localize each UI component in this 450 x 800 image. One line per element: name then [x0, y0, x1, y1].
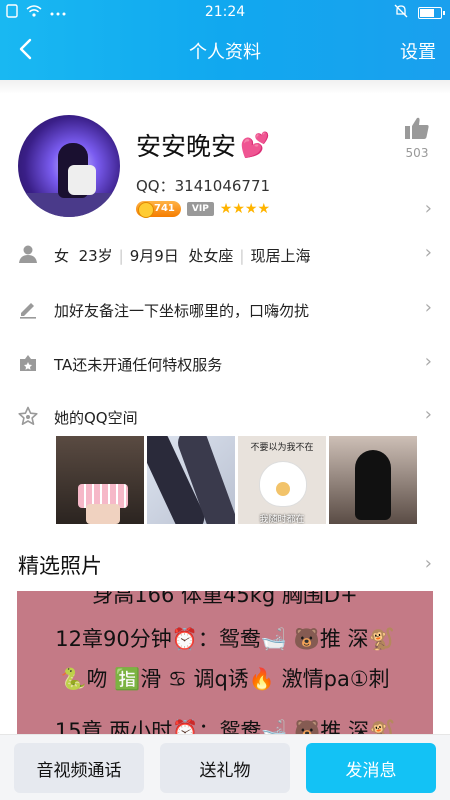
mute-bell-icon	[394, 4, 408, 22]
like-count: 503	[405, 146, 429, 160]
send-gift-button[interactable]: 送礼物	[160, 743, 290, 793]
photo-text-line: 12章90分钟⏰：鸳鸯🛁 🐻推 深🐒	[55, 627, 395, 651]
qzone-thumbnails[interactable]: 不要以为我不在 我随时都在	[56, 436, 417, 524]
age: 23岁	[78, 247, 113, 265]
vip-badge: VIP	[186, 202, 214, 216]
basic-info: 女 23岁 | 9月9日 处女座 | 现居上海	[54, 247, 311, 265]
signature-row[interactable]: 加好友备注一下坐标哪里的，口嗨勿扰 ›	[0, 291, 450, 331]
avatar[interactable]	[18, 115, 120, 217]
badge-row[interactable]: 741 VIP ★★★★	[136, 201, 270, 218]
qzone-row[interactable]: 她的QQ空间 ›	[0, 398, 450, 438]
qzone-label: 她的QQ空间	[54, 409, 138, 427]
privilege-row[interactable]: TA还未开通任何特权服务 ›	[0, 345, 450, 385]
qzone-thumbnail[interactable]	[56, 436, 144, 524]
battery-icon	[418, 7, 445, 19]
stars-icon: ★★★★	[219, 201, 270, 217]
qzone-thumbnail[interactable]: 不要以为我不在 我随时都在	[238, 436, 326, 524]
settings-button[interactable]: 设置	[400, 38, 436, 64]
chevron-right-icon[interactable]: ›	[425, 198, 432, 219]
star-outline-icon	[18, 406, 38, 426]
card-shadow	[0, 80, 450, 94]
av-call-button[interactable]: 音视频通话	[14, 743, 144, 793]
photo-text-line: 身高166 体重45kg 胸围D+	[92, 591, 358, 607]
pencil-icon	[18, 299, 38, 319]
chevron-right-icon: ›	[424, 351, 432, 372]
qq-number: QQ：3141046771	[136, 177, 271, 195]
location: 现居上海	[250, 247, 311, 265]
person-icon	[18, 244, 38, 264]
featured-photos-title[interactable]: 精选照片	[18, 550, 102, 580]
navbar: 个人资料 设置	[0, 28, 450, 72]
status-right-icons	[394, 4, 445, 22]
bottom-action-bar: 音视频通话 送礼物 发消息	[0, 734, 450, 800]
zodiac: 处女座	[188, 247, 234, 265]
featured-photo[interactable]: 身高166 体重45kg 胸围D+ 12章90分钟⏰：鸳鸯🛁 🐻推 深🐒 🐍吻 …	[17, 591, 433, 741]
qzone-thumbnail[interactable]	[329, 436, 417, 524]
privilege-icon	[18, 353, 38, 373]
page-title: 个人资料	[189, 42, 261, 63]
birthday: 9月9日	[129, 247, 179, 265]
photo-text-line: 🐍吻 🈯滑 ♋ 调q诱🔥 激情pa①刺	[60, 667, 390, 691]
chevron-right-icon: ›	[424, 404, 432, 425]
gender: 女	[54, 247, 70, 265]
chevron-right-icon: ›	[424, 242, 432, 263]
status-bar: 21:24	[0, 0, 450, 24]
like-button[interactable]: 503	[402, 116, 432, 160]
thumbnail-caption-top: 不要以为我不在	[250, 443, 314, 453]
signature: 加好友备注一下坐标哪里的，口嗨勿扰	[54, 302, 310, 320]
qzone-thumbnail[interactable]	[147, 436, 235, 524]
privilege-text: TA还未开通任何特权服务	[54, 356, 223, 374]
nickname-text: 安安晚安	[136, 132, 237, 161]
basic-info-row[interactable]: 女 23岁 | 9月9日 处女座 | 现居上海 ›	[0, 236, 450, 276]
thumbs-up-icon	[405, 117, 429, 139]
nickname: 安安晚安 💕	[136, 127, 270, 163]
heart-icon: 💕	[240, 131, 270, 159]
level-badge: 741	[136, 201, 181, 218]
thumbnail-caption-bottom: 我随时都在	[259, 515, 305, 524]
status-time: 21:24	[204, 4, 246, 20]
chevron-right-icon[interactable]: ›	[425, 553, 432, 574]
chevron-right-icon: ›	[424, 297, 432, 318]
send-message-button[interactable]: 发消息	[306, 743, 436, 793]
